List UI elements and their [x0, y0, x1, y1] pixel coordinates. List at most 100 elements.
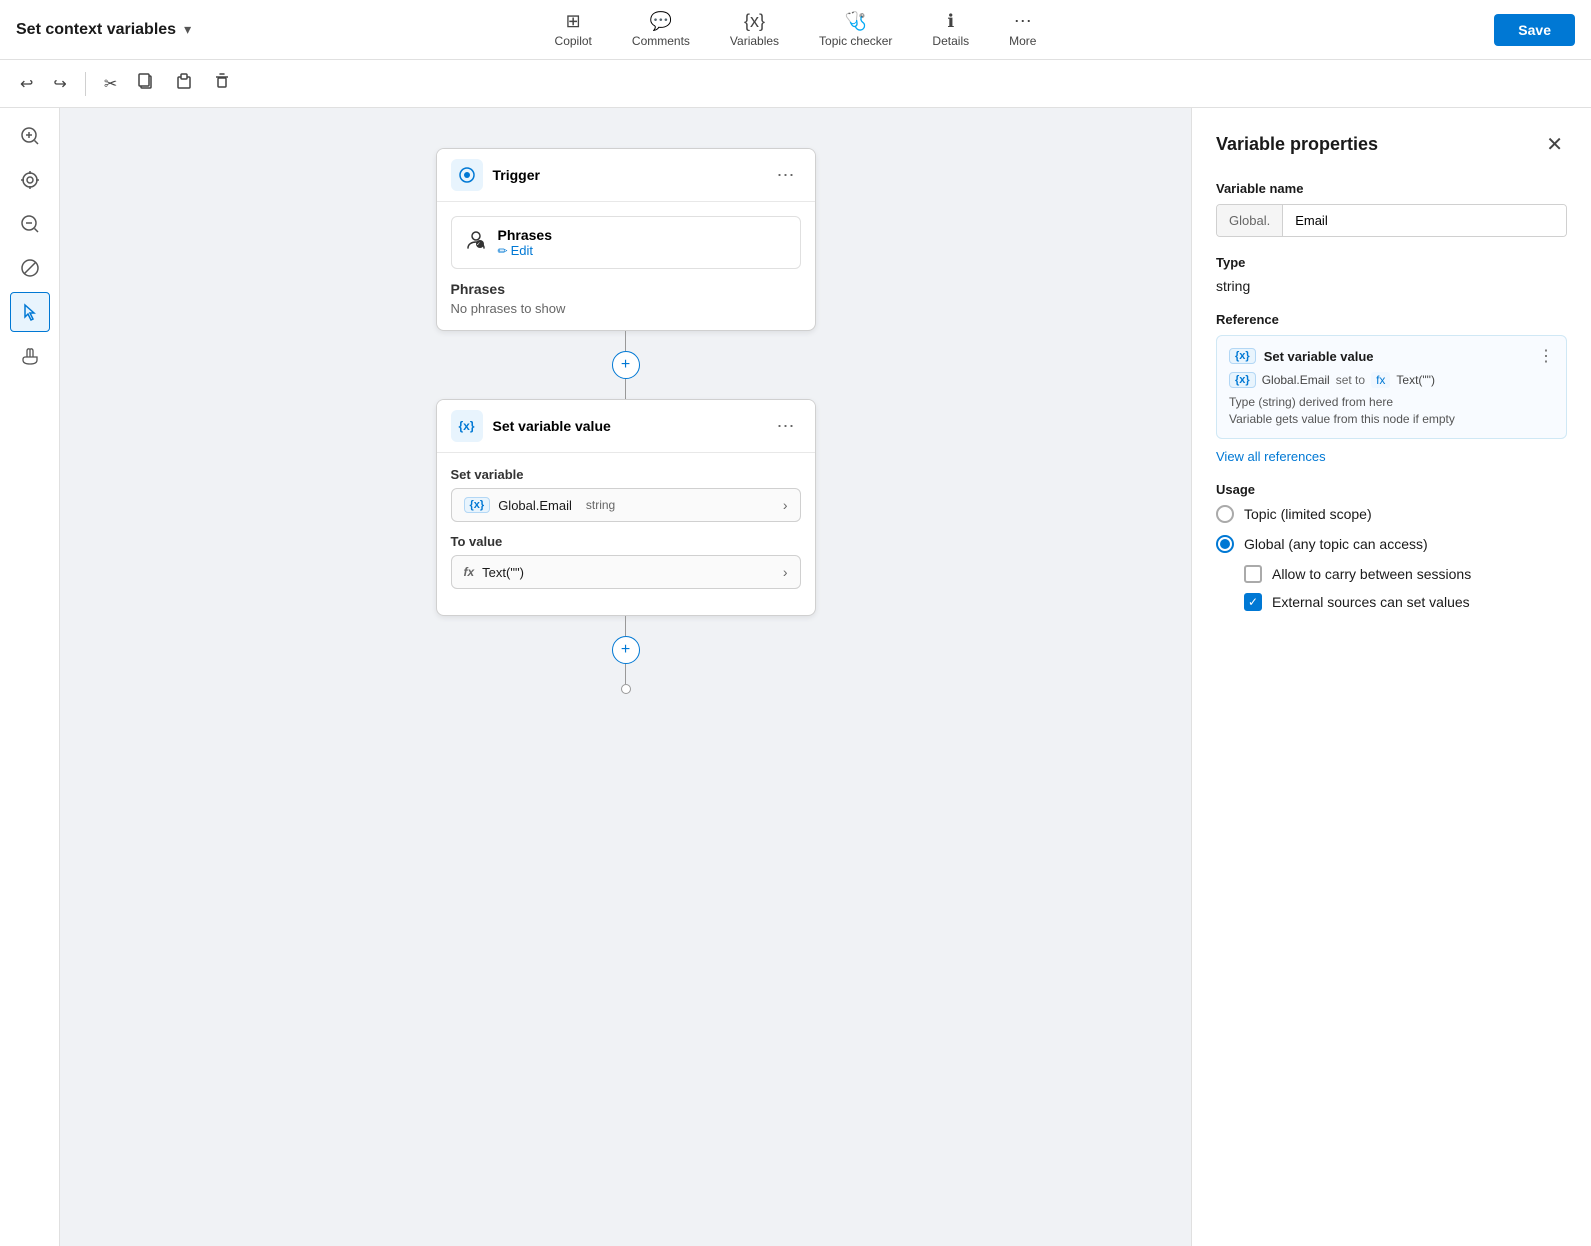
external-sources-label: External sources can set values: [1272, 594, 1470, 610]
fx-row[interactable]: fx Text("") ›: [451, 555, 801, 589]
app-title: Set context variables: [16, 21, 176, 39]
connector-line-2: [625, 379, 627, 399]
title-dropdown-chevron[interactable]: ▾: [184, 21, 191, 38]
nav-variables[interactable]: {x} Variables: [722, 5, 787, 54]
type-section: Type string: [1216, 255, 1567, 294]
copy-button[interactable]: [129, 66, 163, 101]
variables-label: Variables: [730, 34, 779, 48]
ref-set-to: set to: [1336, 373, 1365, 387]
carry-sessions-checkbox[interactable]: [1244, 565, 1262, 583]
ref-fx-value: Text(""): [1396, 373, 1435, 387]
nav-copilot[interactable]: ⊞ Copilot: [547, 5, 600, 54]
ref-note-line2: Variable gets value from this node if em…: [1229, 412, 1455, 426]
copy-icon: [137, 72, 155, 95]
zoom-out-tool[interactable]: [10, 204, 50, 244]
variable-row[interactable]: {x} Global.Email string ›: [451, 488, 801, 522]
set-variable-body: Set variable {x} Global.Email string ›: [437, 453, 815, 615]
var-name-input[interactable]: [1283, 205, 1566, 236]
connector-line-1: [625, 331, 627, 351]
nav-details[interactable]: ℹ Details: [924, 5, 977, 54]
usage-section: Usage Topic (limited scope) Global (any …: [1216, 482, 1567, 611]
fx-left: fx Text(""): [464, 565, 524, 580]
edit-link[interactable]: ✏ Edit: [498, 243, 552, 258]
panel-header: Variable properties ✕: [1216, 128, 1567, 161]
add-node-button-2[interactable]: +: [612, 636, 640, 664]
usage-topic-label: Topic (limited scope): [1244, 506, 1372, 522]
connector-1: +: [612, 331, 640, 399]
nav-center: ⊞ Copilot 💬 Comments {x} Variables 🩺 Top…: [547, 5, 1045, 54]
ref-menu-button[interactable]: ⋮: [1538, 346, 1554, 366]
ref-note: Type (string) derived from here Variable…: [1229, 394, 1554, 428]
connector-line-4: [625, 664, 627, 684]
topic-checker-label: Topic checker: [819, 34, 892, 48]
radio-inner-fill: [1220, 539, 1230, 549]
svg-text:✓: ✓: [476, 241, 480, 247]
hand-tool[interactable]: [10, 336, 50, 376]
fx-arrow-icon: ›: [783, 564, 788, 580]
trigger-node-body: ✓ Phrases ✏ Edit Phrases: [437, 202, 815, 330]
undo-icon: ↩: [20, 74, 33, 94]
comments-label: Comments: [632, 34, 690, 48]
more-label: More: [1009, 34, 1036, 48]
set-variable-menu-button[interactable]: ⋯: [771, 414, 801, 439]
phrases-user-icon: ✓: [464, 228, 488, 258]
delete-icon: [213, 72, 231, 95]
reference-label: Reference: [1216, 312, 1567, 327]
usage-global-option: Global (any topic can access): [1216, 535, 1567, 553]
phrases-row: ✓ Phrases ✏ Edit: [451, 216, 801, 269]
connector-end: [621, 684, 631, 694]
delete-button[interactable]: [205, 66, 239, 101]
cursor-tool[interactable]: [10, 292, 50, 332]
more-icon: ⋯: [1014, 11, 1032, 32]
panel-close-button[interactable]: ✕: [1542, 128, 1567, 161]
undo-button[interactable]: ↩: [12, 68, 41, 100]
toolbar: ↩ ↪ ✂: [0, 60, 1591, 108]
external-sources-checkbox[interactable]: ✓: [1244, 593, 1262, 611]
carry-sessions-row: Allow to carry between sessions: [1244, 565, 1567, 583]
nav-right: Save: [1494, 14, 1575, 46]
trigger-node-header: Trigger ⋯: [437, 149, 815, 202]
nav-more[interactable]: ⋯ More: [1001, 5, 1044, 54]
left-sidebar: [0, 108, 60, 1246]
var-name: Global.Email: [498, 498, 572, 513]
usage-label: Usage: [1216, 482, 1567, 497]
fx-value: Text(""): [482, 565, 524, 580]
var-type: string: [586, 498, 615, 512]
center-tool[interactable]: [10, 160, 50, 200]
reference-section: Reference {x} Set variable value ⋮ {x} G…: [1216, 312, 1567, 464]
copilot-icon: ⊞: [566, 11, 581, 32]
topic-checker-icon: 🩺: [845, 11, 867, 32]
canvas-area: Trigger ⋯ ✓: [60, 108, 1191, 1246]
usage-global-radio[interactable]: [1216, 535, 1234, 553]
toolbar-separator: [85, 72, 86, 96]
to-value-label: To value: [451, 534, 801, 549]
no-entry-tool[interactable]: [10, 248, 50, 288]
ref-var-name: Global.Email: [1262, 373, 1330, 387]
var-badge: {x}: [464, 497, 491, 513]
nav-topic-checker[interactable]: 🩺 Topic checker: [811, 5, 900, 54]
paste-button[interactable]: [167, 66, 201, 101]
trigger-menu-button[interactable]: ⋯: [771, 163, 801, 188]
zoom-in-tool[interactable]: [10, 116, 50, 156]
ref-badge: {x}: [1229, 348, 1256, 364]
set-variable-node: {x} Set variable value ⋯ Set variable {x…: [436, 399, 816, 616]
add-node-button-1[interactable]: +: [612, 351, 640, 379]
phrases-name: Phrases: [498, 227, 552, 243]
connector-2: +: [612, 616, 640, 694]
var-row-left: {x} Global.Email string: [464, 497, 616, 513]
ref-title: Set variable value: [1264, 349, 1530, 364]
app-title-area: Set context variables ▾: [16, 21, 191, 39]
usage-topic-radio[interactable]: [1216, 505, 1234, 523]
ref-detail-row: {x} Global.Email set to fx Text(""): [1229, 372, 1554, 388]
nav-comments[interactable]: 💬 Comments: [624, 5, 698, 54]
main-layout: Trigger ⋯ ✓: [0, 108, 1591, 1246]
edit-pencil-icon: ✏: [498, 244, 508, 258]
redo-button[interactable]: ↪: [45, 68, 74, 100]
view-all-references-link[interactable]: View all references: [1216, 449, 1326, 464]
connector-line-3: [625, 616, 627, 636]
usage-global-label: Global (any topic can access): [1244, 536, 1428, 552]
reference-box: {x} Set variable value ⋮ {x} Global.Emai…: [1216, 335, 1567, 439]
trigger-title: Trigger: [493, 167, 761, 183]
cut-button[interactable]: ✂: [96, 68, 125, 100]
save-button[interactable]: Save: [1494, 14, 1575, 46]
